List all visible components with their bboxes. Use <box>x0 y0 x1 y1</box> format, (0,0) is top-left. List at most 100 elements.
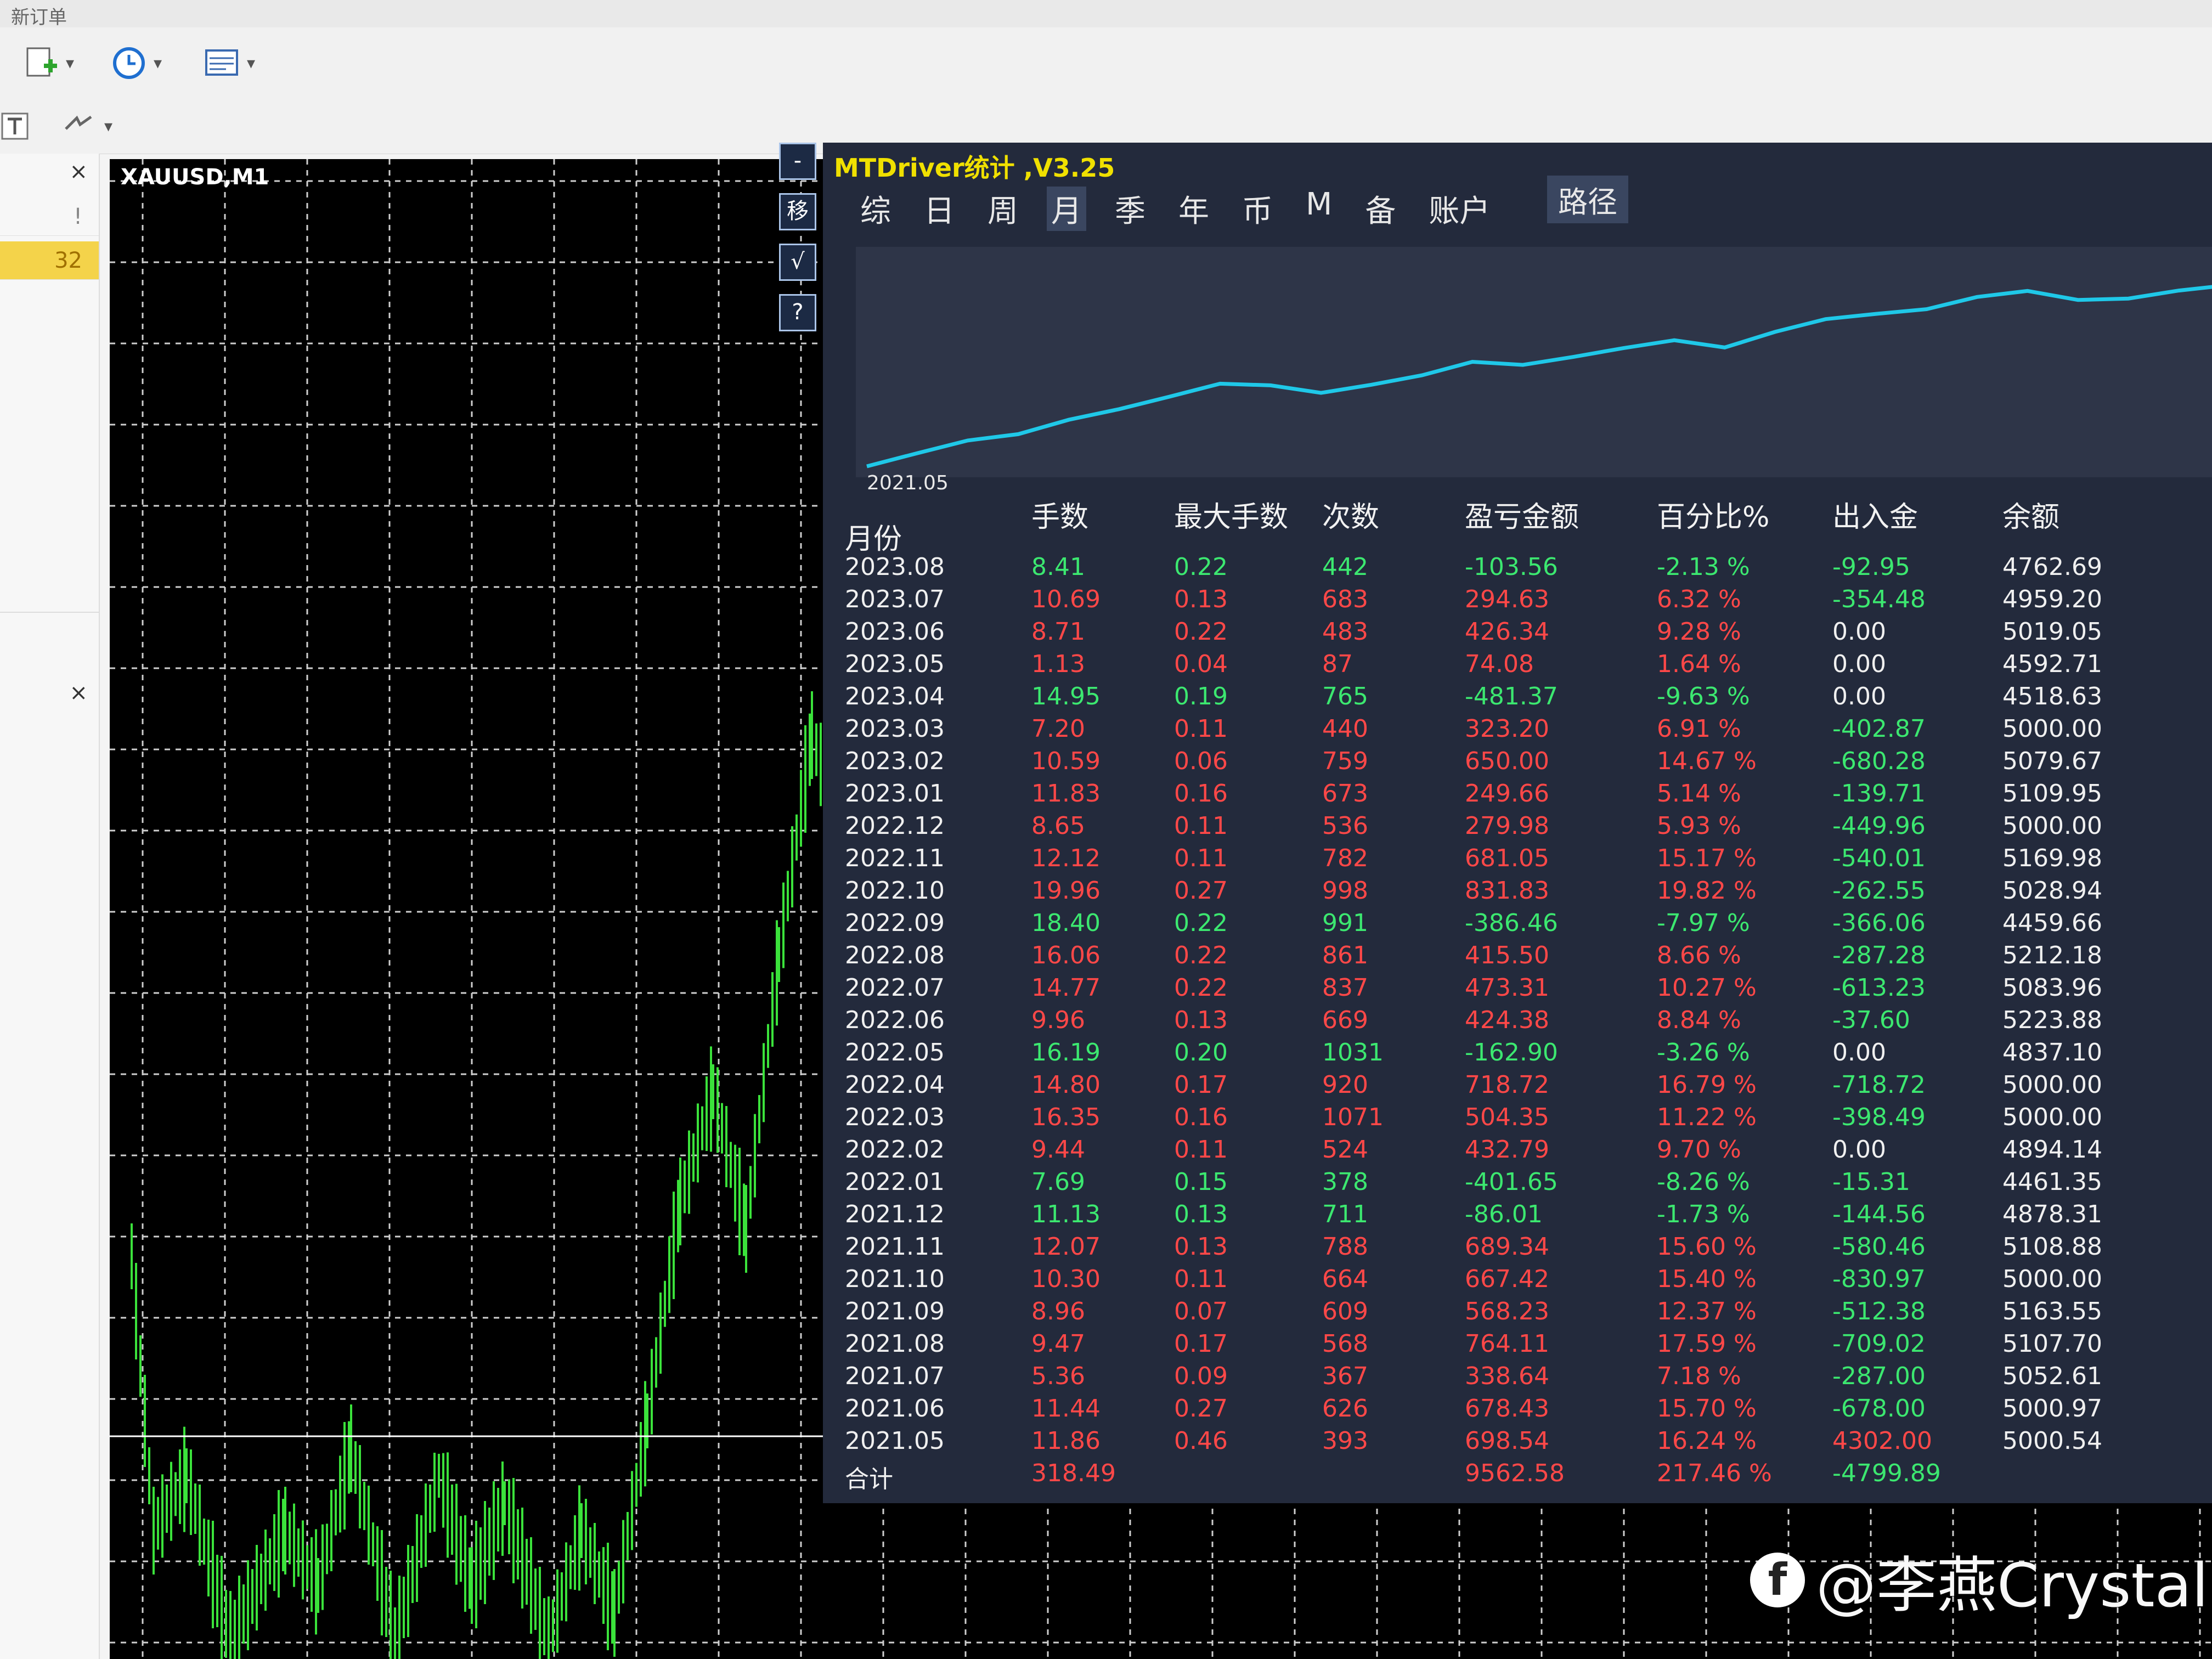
cell-pct: 6.32 % <box>1657 585 1741 613</box>
cell-io: -678.00 <box>1832 1395 1926 1423</box>
cell-month: 2023.05 <box>845 650 945 678</box>
cell-balance: 5052.61 <box>2002 1362 2102 1390</box>
cell-pnl: -481.37 <box>1465 682 1558 710</box>
cell-io: -398.49 <box>1832 1103 1926 1131</box>
tab-6[interactable]: 币 <box>1238 187 1277 231</box>
cell-io: -512.38 <box>1832 1297 1926 1325</box>
help-button[interactable]: ? <box>779 294 816 331</box>
chevron-down-icon[interactable]: ▾ <box>66 54 74 73</box>
graph-start-label: 2021.05 <box>867 472 949 494</box>
text-tool-button[interactable] <box>0 104 38 148</box>
tab-9[interactable]: 账户 <box>1424 187 1494 231</box>
cell-max-lots: 0.22 <box>1174 941 1228 969</box>
cell-balance: 5019.05 <box>2002 618 2102 646</box>
list-item[interactable]: 32 <box>0 241 99 280</box>
chevron-down-icon[interactable]: ▾ <box>154 54 162 73</box>
chevron-down-icon[interactable]: ▾ <box>247 54 255 73</box>
cell-count: 920 <box>1322 1071 1368 1099</box>
new-chart-button[interactable]: ▾ <box>22 41 74 85</box>
cell-pct: -7.97 % <box>1657 909 1750 937</box>
cell-month: 2022.05 <box>845 1039 945 1066</box>
cell-io: -354.48 <box>1832 585 1926 613</box>
cell-month: 2022.02 <box>845 1136 945 1164</box>
cell-month: 2021.11 <box>845 1233 945 1261</box>
cell-pnl: 338.64 <box>1465 1362 1549 1390</box>
table-row: 2021.11 12.07 0.13 788 689.34 15.60 % -580.46 5… <box>845 1233 2205 1265</box>
tab-0[interactable]: 综 <box>856 187 895 231</box>
panel-title: MTDriver统计 ,V3.25 <box>834 153 1115 183</box>
cell-max-lots: 0.11 <box>1174 715 1228 743</box>
cell-month: 2021.12 <box>845 1200 945 1228</box>
history-button[interactable]: ▾ <box>110 41 162 85</box>
tab-5[interactable]: 年 <box>1174 187 1214 231</box>
stats-panel: MTDriver统计 ,V3.25 综日周月季年币 M 备账户 路径 2021.05… <box>823 143 2212 1503</box>
cell-lots: 16.19 <box>1031 1039 1101 1066</box>
cell-max-lots: 0.13 <box>1174 1200 1228 1228</box>
cell-lots: 16.35 <box>1031 1103 1101 1131</box>
text-icon <box>1 112 29 140</box>
total-pnl: 9562.58 <box>1465 1459 1565 1487</box>
cell-pct: 16.79 % <box>1657 1071 1757 1099</box>
cell-io: -366.06 <box>1832 909 1926 937</box>
cell-pct: 6.91 % <box>1657 715 1741 743</box>
check-button[interactable]: √ <box>779 244 816 281</box>
cell-max-lots: 0.16 <box>1174 1103 1228 1131</box>
cell-io: 0.00 <box>1832 650 1886 678</box>
minimize-button[interactable]: - <box>779 143 816 180</box>
cell-pnl: 698.54 <box>1465 1427 1549 1455</box>
new-order-label[interactable]: 新订单 <box>11 2 67 29</box>
cell-month: 2022.12 <box>845 812 945 840</box>
tab-3[interactable]: 月 <box>1047 187 1086 231</box>
cell-lots: 14.77 <box>1031 974 1101 1002</box>
cell-balance: 5000.00 <box>2002 1071 2102 1099</box>
cell-pnl: -86.01 <box>1465 1200 1543 1228</box>
cell-month: 2023.03 <box>845 715 945 743</box>
close-icon[interactable]: × <box>69 680 88 706</box>
cell-io: -144.56 <box>1832 1200 1926 1228</box>
cell-month: 2023.01 <box>845 780 945 808</box>
cell-month: 2021.09 <box>845 1297 945 1325</box>
cell-pnl: 689.34 <box>1465 1233 1549 1261</box>
table-row: 2021.07 5.36 0.09 367 338.64 7.18 % -287.00 505… <box>845 1362 2205 1395</box>
table-row: 2023.05 1.13 0.04 87 74.08 1.64 % 0.00 4592.71 <box>845 650 2205 682</box>
cell-lots: 8.71 <box>1031 618 1085 646</box>
cell-lots: 11.13 <box>1031 1200 1101 1228</box>
cell-count: 664 <box>1322 1265 1368 1293</box>
cell-io: 4302.00 <box>1832 1427 1932 1455</box>
tab-8[interactable]: 备 <box>1361 187 1400 231</box>
tab-4[interactable]: 季 <box>1110 187 1150 231</box>
path-button[interactable]: 路径 <box>1547 176 1628 223</box>
cell-max-lots: 0.22 <box>1174 974 1228 1002</box>
cell-balance: 5000.00 <box>2002 1265 2102 1293</box>
tab-1[interactable]: 日 <box>919 187 959 231</box>
cell-balance: 5000.00 <box>2002 715 2102 743</box>
templates-button[interactable]: ▾ <box>203 41 255 85</box>
cell-count: 536 <box>1322 812 1368 840</box>
cell-pct: 9.70 % <box>1657 1136 1741 1164</box>
tab-2[interactable]: 周 <box>983 187 1023 231</box>
cell-max-lots: 0.07 <box>1174 1297 1228 1325</box>
cell-lots: 9.44 <box>1031 1136 1085 1164</box>
cell-lots: 11.44 <box>1031 1395 1101 1423</box>
cell-io: -139.71 <box>1832 780 1926 808</box>
move-button[interactable]: 移 <box>779 193 816 230</box>
cell-balance: 4762.69 <box>2002 553 2102 581</box>
list-item[interactable]: ! <box>0 198 99 236</box>
tab-7[interactable]: M <box>1301 187 1336 231</box>
cell-count: 626 <box>1322 1395 1368 1423</box>
cell-pnl: 432.79 <box>1465 1136 1549 1164</box>
cell-pct: 16.24 % <box>1657 1427 1757 1455</box>
arrows-tool-button[interactable]: ▾ <box>60 104 112 148</box>
cell-max-lots: 0.20 <box>1174 1039 1228 1066</box>
cell-month: 2023.08 <box>845 553 945 581</box>
arrows-icon <box>65 115 92 130</box>
cell-count: 483 <box>1322 618 1368 646</box>
cell-count: 782 <box>1322 844 1368 872</box>
close-icon[interactable]: × <box>69 159 88 184</box>
table-row: 2022.08 16.06 0.22 861 415.50 8.66 % -287.28 52… <box>845 941 2205 974</box>
cell-io: -709.02 <box>1832 1330 1926 1358</box>
cell-max-lots: 0.13 <box>1174 585 1228 613</box>
chevron-down-icon[interactable]: ▾ <box>104 117 112 136</box>
cell-count: 440 <box>1322 715 1368 743</box>
brand-logo-icon: f <box>1750 1553 1805 1607</box>
